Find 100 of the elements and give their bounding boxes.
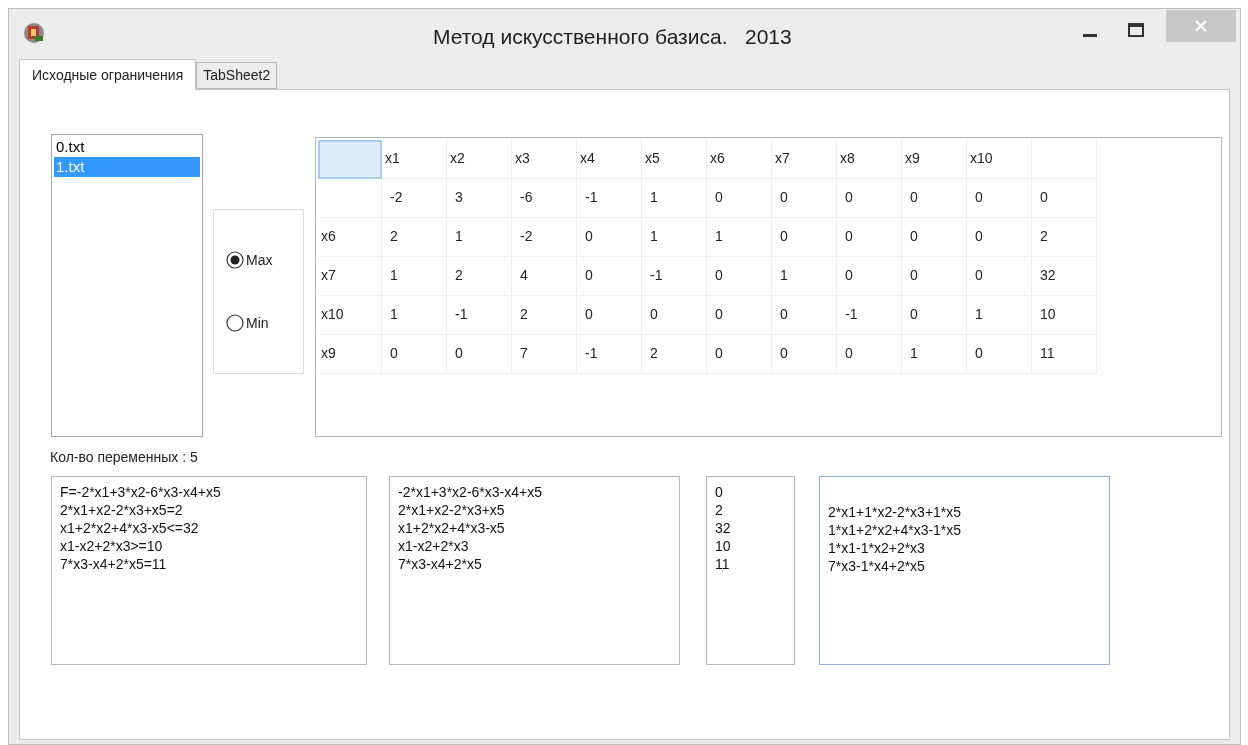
table-cell: 32	[1032, 257, 1097, 296]
table-cell: 0	[902, 257, 967, 296]
column-header: x3	[512, 140, 577, 179]
row-header: x6	[318, 218, 382, 257]
column-header: x7	[772, 140, 837, 179]
table-cell: 2	[1032, 218, 1097, 257]
table-cell: 0	[837, 179, 902, 218]
memo-field[interactable]: -2*x1+3*x2-6*x3-x4+x5 2*x1+x2-2*x3+x5 x1+2*x2+4*x3-x5 x1-x2+2*x3 7*x3-x4+2*x5	[389, 476, 680, 665]
table-cell: 0	[772, 335, 837, 374]
maximize-icon[interactable]	[1128, 23, 1144, 37]
column-header: x4	[577, 140, 642, 179]
table-cell: 1	[642, 218, 707, 257]
table-cell: 0	[837, 257, 902, 296]
memo-line: x1-x2+2*x3	[398, 537, 470, 555]
table-cell: -1	[447, 296, 512, 335]
table-cell: 0	[707, 335, 772, 374]
table-cell: -1	[577, 179, 642, 218]
memo-line: 2*x1+1*x2-2*x3+1*x5	[828, 503, 963, 521]
close-icon	[1195, 20, 1207, 32]
column-header: x8	[837, 140, 902, 179]
table-cell: 1	[707, 218, 772, 257]
table-cell: 1	[772, 257, 837, 296]
table-cell: 2	[382, 218, 447, 257]
table-cell: 1	[967, 296, 1032, 335]
file-list-item[interactable]: 0.txt	[54, 137, 200, 157]
table-cell: 1	[447, 218, 512, 257]
table-cell: 0	[967, 179, 1032, 218]
empty-cell	[318, 179, 382, 218]
corner-cell[interactable]	[318, 140, 382, 179]
memo-line: x1+2*x2+4*x3-x5<=32	[60, 519, 200, 537]
memo-field[interactable]: 2*x1+1*x2-2*x3+1*x5 1*x1+2*x2+4*x3-1*x5 1*x1-1*x2+2*x3 7*x3-1*x4+2*x5	[819, 476, 1110, 665]
memo-line: 2*x1+x2-2*x3+x5	[398, 501, 506, 519]
table-cell: -6	[512, 179, 577, 218]
memo-line: 2	[715, 501, 724, 519]
column-header: x10	[967, 140, 1032, 179]
variable-count-label: Кол-во переменных : 5	[50, 448, 199, 467]
table-cell: 0	[382, 335, 447, 374]
row-header: x9	[318, 335, 382, 374]
table-cell: 0	[1032, 179, 1097, 218]
radio-option[interactable]: Min	[226, 312, 303, 334]
table-cell: 0	[577, 257, 642, 296]
memo-line: 0	[715, 483, 724, 501]
table-cell: 0	[707, 257, 772, 296]
memo-line: -2*x1+3*x2-6*x3-x4+x5	[398, 483, 543, 501]
minimize-icon[interactable]	[1083, 34, 1097, 38]
app-icon	[23, 22, 45, 44]
table-cell: -2	[382, 179, 447, 218]
table-cell: 0	[837, 218, 902, 257]
table-cell: 0	[902, 179, 967, 218]
table-cell: 0	[772, 296, 837, 335]
table-cell: 2	[447, 257, 512, 296]
window-title: Метод искусственного базиса. 2013	[433, 24, 792, 50]
memo-field[interactable]: F=-2*x1+3*x2-6*x3-x4+x5 2*x1+x2-2*x3+x5=2 x1+2*x2+4*x3-x5<=32 x1-x2+2*x3>=10 7*x3-x4+2*x5=11	[51, 476, 367, 665]
table-cell: 0	[577, 218, 642, 257]
tab[interactable]: Исходные ограничения	[19, 59, 197, 90]
table-cell: 0	[772, 218, 837, 257]
table-cell: 0	[707, 296, 772, 335]
memo-line: x1+2*x2+4*x3-x5	[398, 519, 506, 537]
memo-line: 1*x1+2*x2+4*x3-1*x5	[828, 521, 963, 539]
table-cell: -2	[512, 218, 577, 257]
table-cell: 0	[967, 335, 1032, 374]
radio-option[interactable]: Max	[226, 249, 303, 271]
table-cell: 0	[837, 335, 902, 374]
memo-line: 7*x3-1*x4+2*x5	[828, 557, 926, 575]
table-cell: 1	[642, 179, 707, 218]
memo-line: 7*x3-x4+2*x5=11	[60, 555, 168, 573]
column-header: x6	[707, 140, 772, 179]
table-cell: 1	[382, 257, 447, 296]
column-header: x1	[382, 140, 447, 179]
table-cell: 4	[512, 257, 577, 296]
table-cell: 0	[642, 296, 707, 335]
table-cell: 0	[902, 218, 967, 257]
table-cell: 1	[382, 296, 447, 335]
table-cell: 0	[772, 179, 837, 218]
table-cell: 2	[642, 335, 707, 374]
memo-line: 2*x1+x2-2*x3+x5=2	[60, 501, 184, 519]
memo-line: 32	[715, 519, 732, 537]
table-cell: 11	[1032, 335, 1097, 374]
memo-line: x1-x2+2*x3>=10	[60, 537, 164, 555]
table-cell: 0	[902, 296, 967, 335]
table-cell: 3	[447, 179, 512, 218]
column-header: x9	[902, 140, 967, 179]
column-header: x2	[447, 140, 512, 179]
table-cell: 2	[512, 296, 577, 335]
memo-line: 1*x1-1*x2+2*x3	[828, 539, 926, 557]
tab[interactable]: TabSheet2	[196, 62, 278, 89]
memo-line: 11	[715, 555, 731, 573]
row-header: x7	[318, 257, 382, 296]
table-cell: 0	[967, 257, 1032, 296]
memo-line: 10	[715, 537, 732, 555]
memo-line: F=-2*x1+3*x2-6*x3-x4+x5	[60, 483, 222, 501]
table-cell: -1	[642, 257, 707, 296]
row-header: x10	[318, 296, 382, 335]
table-cell: -1	[577, 335, 642, 374]
table-cell: -1	[837, 296, 902, 335]
table-cell: 0	[967, 218, 1032, 257]
memo-field[interactable]: 0 2 32 10 11	[706, 476, 795, 665]
memo-line: 7*x3-x4+2*x5	[398, 555, 483, 573]
table-cell: 0	[707, 179, 772, 218]
table-cell: 0	[577, 296, 642, 335]
